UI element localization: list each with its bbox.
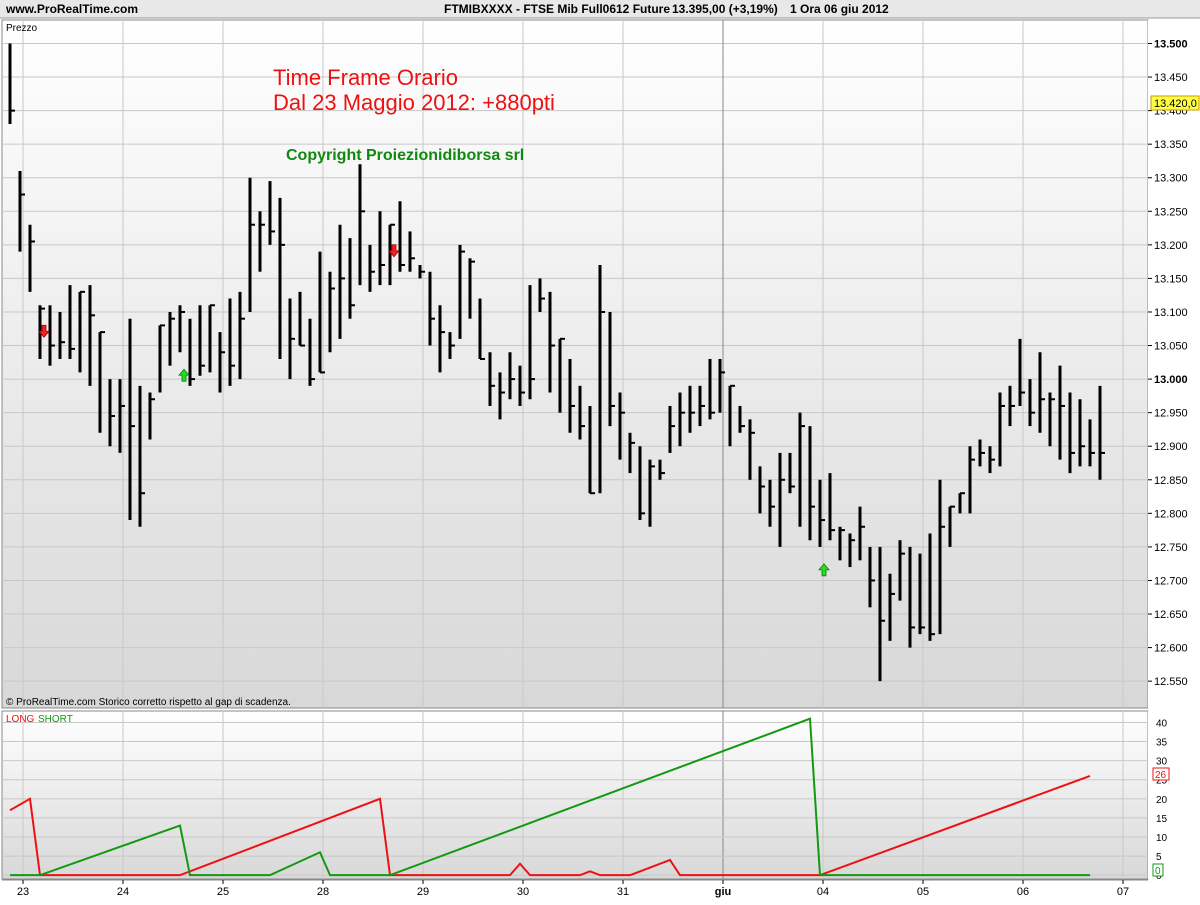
indicator-tick-label: 20 <box>1156 795 1168 806</box>
price-panel-footer: © ProRealTime.com Storico corretto rispe… <box>6 697 291 708</box>
price-tick-label: 13.100 <box>1154 307 1188 319</box>
price-tick-label: 12.950 <box>1154 408 1188 420</box>
long-last-tag: 26 <box>1155 770 1167 781</box>
price-tick-label: 12.700 <box>1154 575 1188 587</box>
timeframe-label: 1 Ora 06 giu 2012 <box>790 2 889 16</box>
price-tick-label: 13.150 <box>1154 273 1188 285</box>
time-tick-label: 06 <box>1017 886 1029 898</box>
price-tick-label: 13.450 <box>1154 72 1188 84</box>
price-tick-label: 13.250 <box>1154 206 1188 218</box>
price-chart-svg: www.ProRealTime.com FTMIBXXXX - FTSE Mib… <box>0 0 1200 900</box>
time-tick-label: 29 <box>417 886 429 898</box>
annotation-title-line2: Dal 23 Maggio 2012: +880pti <box>273 90 555 115</box>
ticker-label: FTMIBXXXX - FTSE Mib Full0612 Future <box>444 2 670 16</box>
price-tick-label: 13.050 <box>1154 341 1188 353</box>
indicator-tick-label: 35 <box>1156 738 1168 749</box>
quote-label: 13.395,00 (+3,19%) <box>672 2 778 16</box>
price-tick-label: 12.900 <box>1154 441 1188 453</box>
time-tick-label: giu <box>715 886 732 898</box>
time-tick-label: 30 <box>517 886 529 898</box>
indicator-tick-label: 15 <box>1156 814 1168 825</box>
time-tick-label: 07 <box>1117 886 1129 898</box>
time-tick-label: 05 <box>917 886 929 898</box>
price-tick-label: 12.650 <box>1154 609 1188 621</box>
time-tick-label: 31 <box>617 886 629 898</box>
price-tick-label: 12.850 <box>1154 475 1188 487</box>
price-tick-label: 12.750 <box>1154 542 1188 554</box>
indicator-tick-label: 10 <box>1156 833 1168 844</box>
price-panel <box>1 19 1149 709</box>
indicator-tick-label: 30 <box>1156 757 1168 768</box>
price-axis <box>1148 20 1200 708</box>
indicator-tick-label: 40 <box>1156 718 1168 729</box>
price-tick-label: 13.200 <box>1154 240 1188 252</box>
short-last-tag: 0 <box>1155 866 1161 877</box>
price-tick-label: 13.000 <box>1154 374 1188 386</box>
indicator-panel <box>1 710 1149 880</box>
time-tick-label: 04 <box>817 886 829 898</box>
price-tick-label: 13.350 <box>1154 139 1188 151</box>
price-tick-label: 12.600 <box>1154 643 1188 655</box>
indicator-tick-label: 5 <box>1156 852 1162 863</box>
price-tick-label: 13.500 <box>1154 38 1188 50</box>
annotation-copyright: Copyright Proiezionidiborsa srl <box>286 147 524 164</box>
price-tick-label: 12.800 <box>1154 508 1188 520</box>
last-price-tag: 13.420,0 <box>1154 98 1197 110</box>
legend-short: SHORT <box>38 714 73 725</box>
price-panel-label: Prezzo <box>6 23 38 34</box>
time-tick-label: 23 <box>17 886 29 898</box>
price-tick-label: 13.300 <box>1154 173 1188 185</box>
time-tick-label: 28 <box>317 886 329 898</box>
site-label: www.ProRealTime.com <box>5 2 138 16</box>
time-tick-label: 25 <box>217 886 229 898</box>
price-tick-label: 12.550 <box>1154 676 1188 688</box>
annotation-title-line1: Time Frame Orario <box>273 65 458 90</box>
time-tick-label: 24 <box>117 886 129 898</box>
legend-long: LONG <box>6 714 35 725</box>
chart-window: www.ProRealTime.com FTMIBXXXX - FTSE Mib… <box>0 0 1200 900</box>
